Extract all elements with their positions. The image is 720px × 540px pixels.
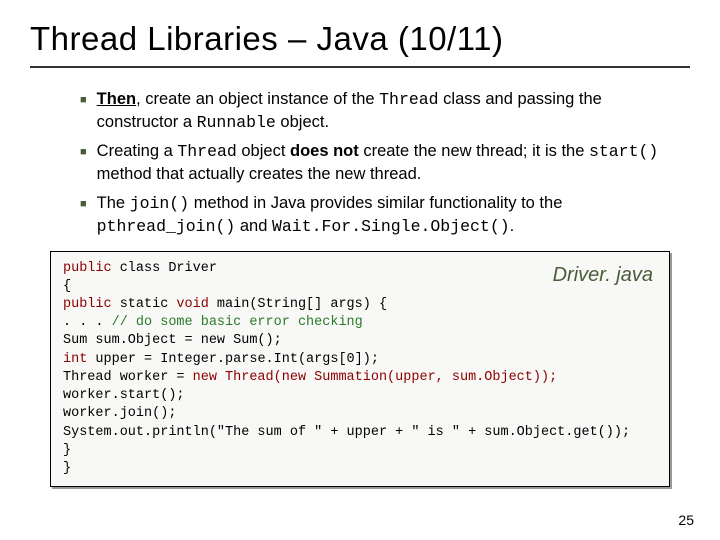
code-line: Sum sum.Object = new Sum(); bbox=[63, 332, 657, 350]
bullet-item: ■ Creating a Thread object does not crea… bbox=[80, 140, 680, 186]
code-line: public static void main(String[] args) { bbox=[63, 296, 657, 314]
bullet-item: ■ The join() method in Java provides sim… bbox=[80, 192, 680, 238]
bullet-marker-icon: ■ bbox=[80, 197, 87, 238]
page-number: 25 bbox=[678, 512, 694, 528]
code-line: int upper = Integer.parse.Int(args[0]); bbox=[63, 351, 657, 369]
bullet-text: Creating a Thread object does not create… bbox=[97, 140, 680, 186]
bullet-marker-icon: ■ bbox=[80, 145, 87, 186]
code-line: } bbox=[63, 460, 657, 478]
bullet-text: Then, create an object instance of the T… bbox=[97, 88, 680, 134]
code-line: System.out.println("The sum of " + upper… bbox=[63, 424, 657, 442]
bullet-text: The join() method in Java provides simil… bbox=[97, 192, 680, 238]
code-line: worker.start(); bbox=[63, 387, 657, 405]
code-line: . . . // do some basic error checking bbox=[63, 314, 657, 332]
slide-title: Thread Libraries – Java (10/11) bbox=[30, 20, 690, 68]
bullet-item: ■ Then, create an object instance of the… bbox=[80, 88, 680, 134]
bullet-list: ■ Then, create an object instance of the… bbox=[30, 88, 690, 239]
code-block: Driver. java public class Driver { publi… bbox=[50, 251, 670, 488]
code-line: worker.join(); bbox=[63, 405, 657, 423]
code-line: Thread worker = new Thread(new Summation… bbox=[63, 369, 657, 387]
code-filename: Driver. java bbox=[553, 262, 653, 289]
bullet-marker-icon: ■ bbox=[80, 93, 87, 134]
code-line: } bbox=[63, 442, 657, 460]
slide-container: Thread Libraries – Java (10/11) ■ Then, … bbox=[0, 0, 720, 540]
